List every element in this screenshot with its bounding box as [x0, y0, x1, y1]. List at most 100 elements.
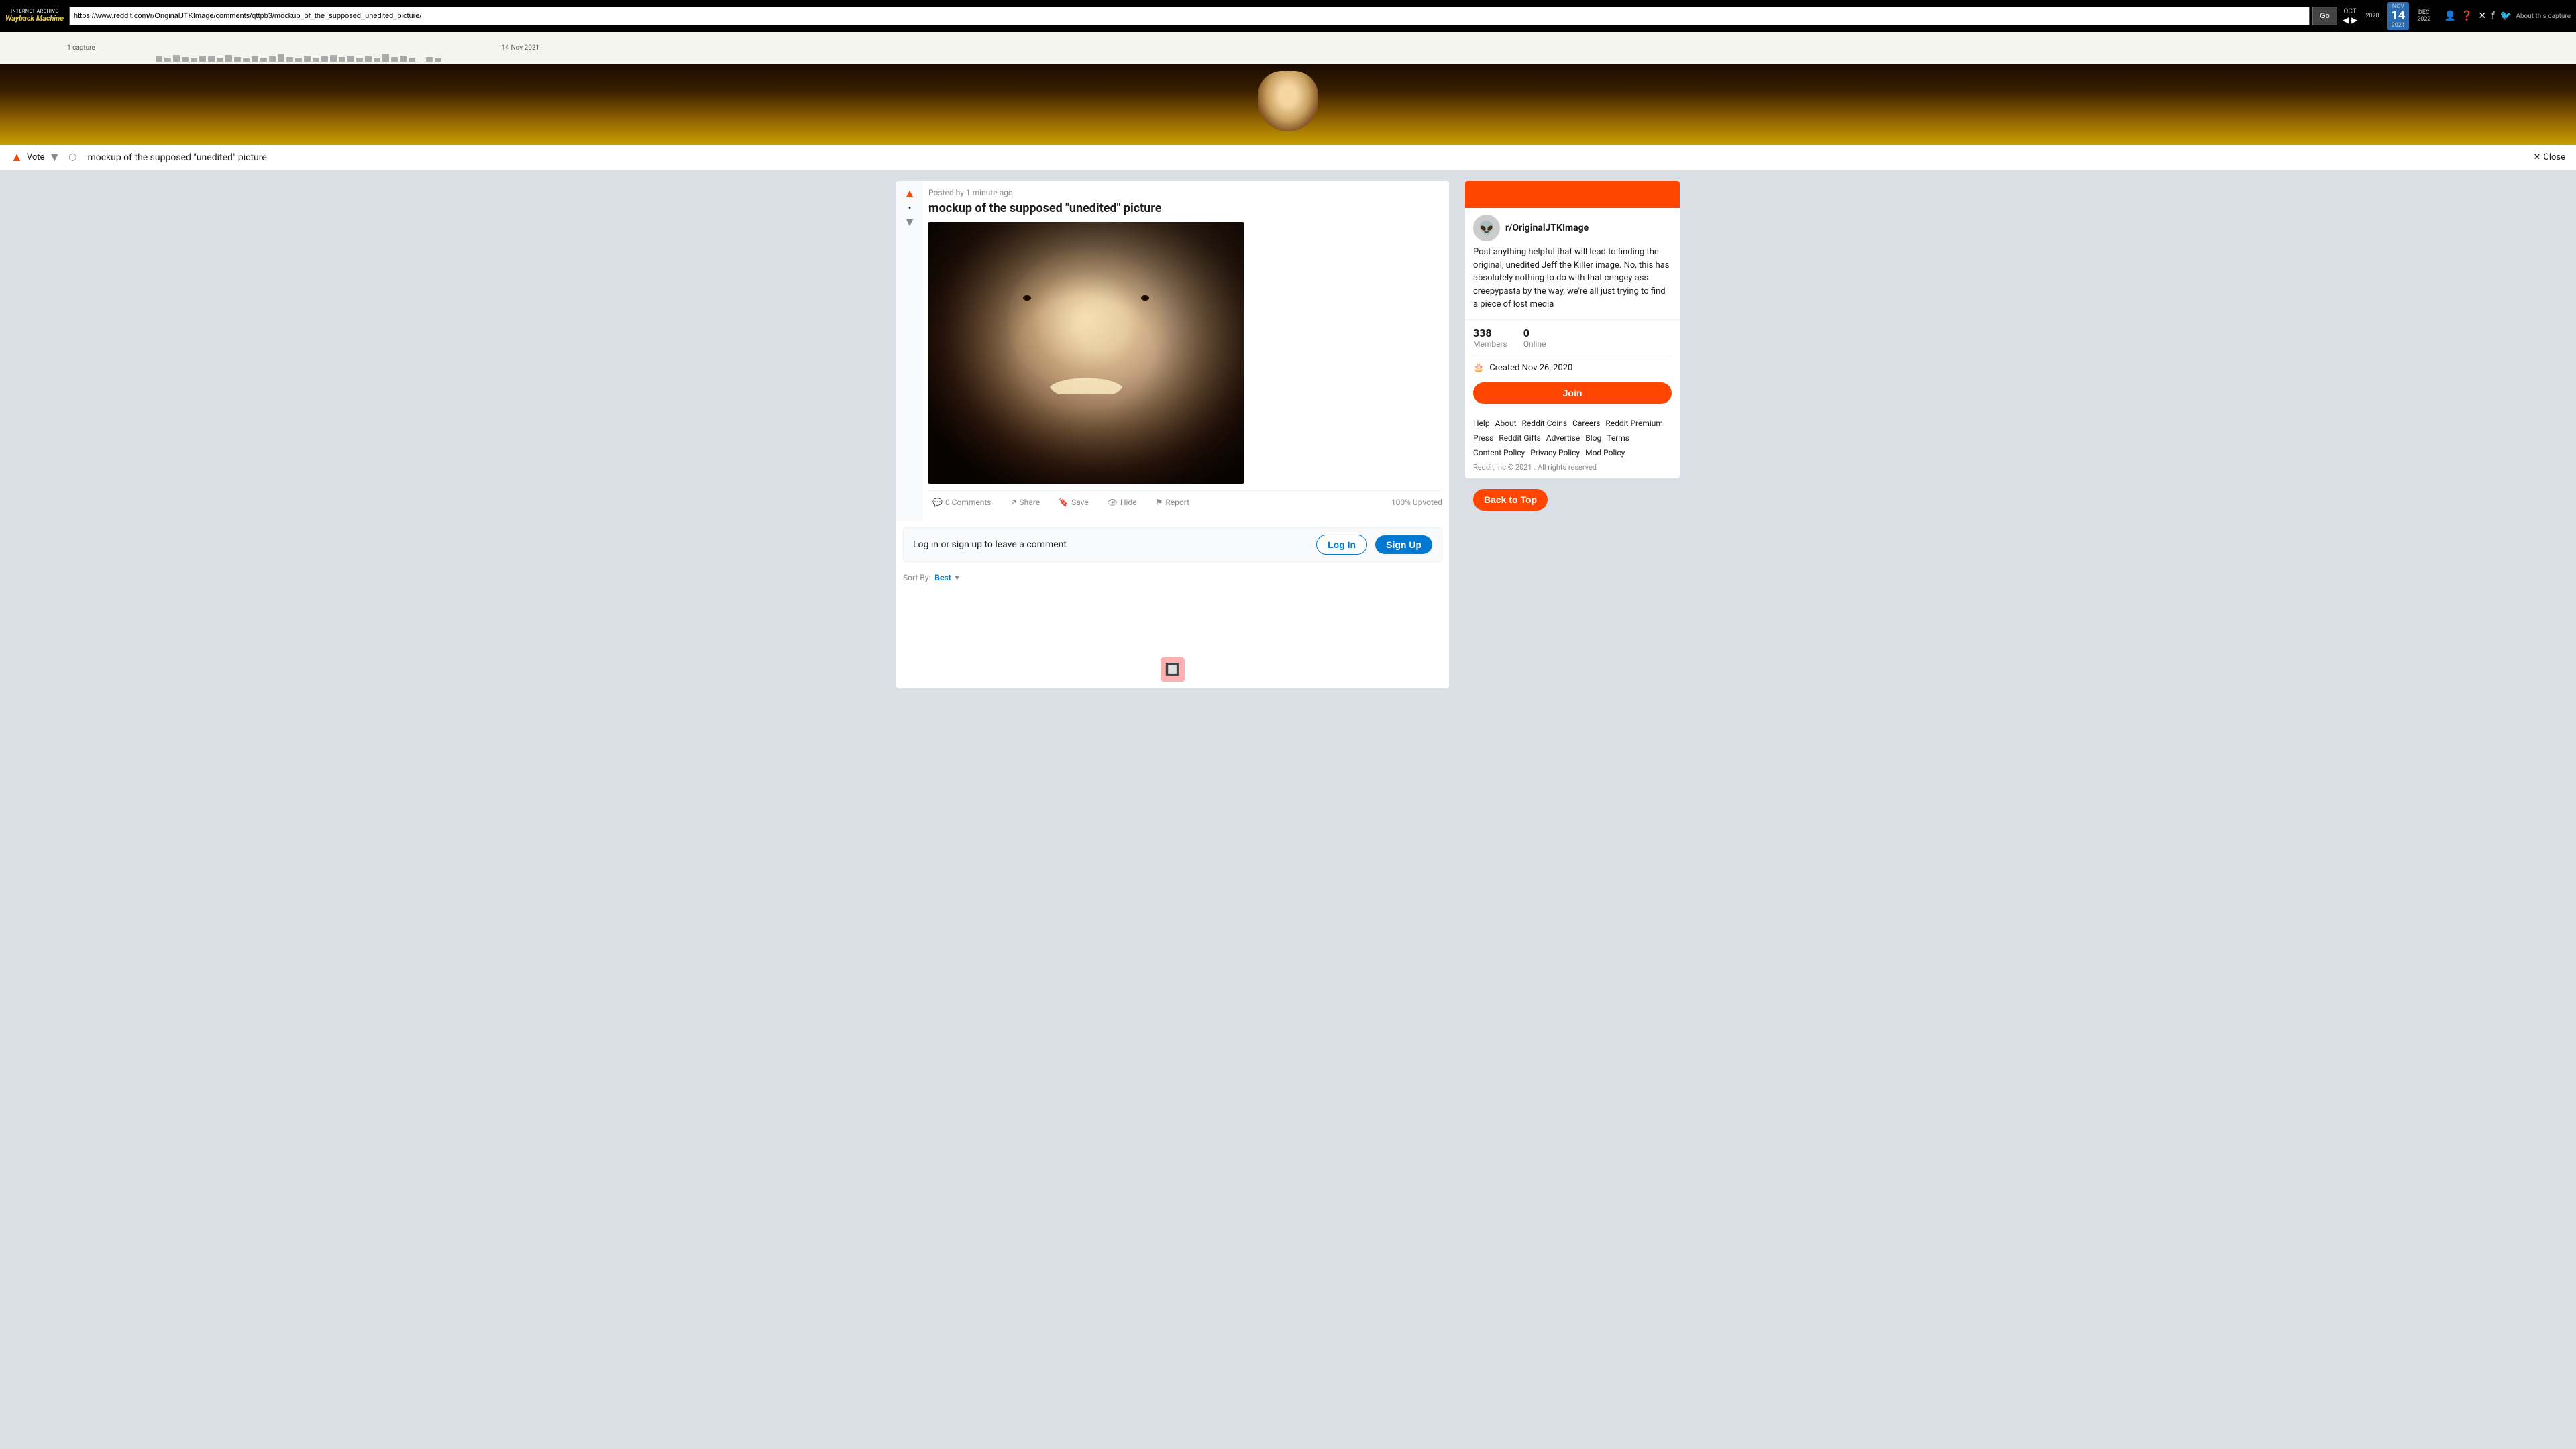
reddit-icon-placeholder: 🔲 [1161, 657, 1185, 682]
cal-current-date-block[interactable]: NOV 14 2021 [2387, 2, 2410, 30]
timeline-tick [156, 56, 162, 62]
facebook-icon[interactable]: f [2491, 11, 2495, 21]
post-image [928, 222, 1244, 484]
banner-area [0, 64, 2576, 145]
comments-button[interactable]: 0 Comments [928, 495, 995, 510]
subreddit-name[interactable]: r/OriginalJTKImage [1505, 223, 1589, 233]
save-label: Save [1071, 498, 1089, 507]
post-image-container[interactable] [928, 222, 1244, 484]
cal-left-arrow[interactable]: ◀ [2343, 15, 2349, 25]
sort-bar: Sort By: Best ▾ [903, 570, 1442, 588]
about-capture-link[interactable]: About this capture [2516, 13, 2571, 20]
downvote-button[interactable]: ▼ [904, 215, 916, 229]
post-heading: mockup of the supposed "unedited" pictur… [928, 201, 1442, 215]
online-count: 0 [1523, 327, 1546, 339]
sidebar-footer: Help About Reddit Coins Careers Reddit P… [1465, 412, 1680, 478]
close-button[interactable]: ✕ Close [2533, 152, 2565, 162]
close-x-icon[interactable]: ✕ [2478, 11, 2486, 21]
footer-link-press[interactable]: Press [1473, 433, 1493, 443]
vote-label-bar: Vote [27, 152, 45, 162]
wayback-logo-main: Wayback Machine [5, 15, 64, 23]
empty-comments-area: 🔲 [896, 594, 1449, 688]
hide-button[interactable]: Hide [1104, 495, 1141, 510]
vote-count: • [908, 203, 911, 213]
footer-link-privacy-policy[interactable]: Privacy Policy [1530, 448, 1580, 458]
save-button[interactable]: Save [1055, 495, 1093, 510]
twitter-icon[interactable]: 🐦 [2500, 11, 2512, 21]
timeline-tick [400, 56, 407, 62]
cal-right-arrow[interactable]: ▶ [2351, 15, 2357, 25]
downvote-button-bar[interactable]: ▼ [48, 150, 60, 164]
cal-next-date-block: DEC 2022 [2413, 8, 2434, 24]
login-prompt: Log in or sign up to leave a comment Log… [903, 527, 1442, 562]
footer-link-reddit-premium[interactable]: Reddit Premium [1605, 419, 1663, 428]
timeline-tick [409, 58, 415, 62]
timeline-tick [173, 55, 180, 62]
sort-best-button[interactable]: Best [934, 573, 951, 582]
members-count: 338 [1473, 327, 1507, 339]
timeline-tick [199, 56, 206, 62]
login-button[interactable]: Log In [1316, 535, 1367, 555]
post-content: Posted by 1 minute ago mockup of the sup… [923, 181, 1449, 521]
timeline-tick [225, 55, 232, 62]
help-icon[interactable]: ❓ [2461, 11, 2473, 21]
footer-link-reddit-coins[interactable]: Reddit Coins [1522, 419, 1568, 428]
wayback-go-button[interactable]: Go [2312, 7, 2337, 25]
footer-copyright: Reddit Inc © 2021 . All rights reserved [1473, 463, 1672, 472]
capture-date: 14 Nov 2021 [502, 44, 539, 52]
timeline-tick [234, 57, 241, 62]
upvote-percentage: 100% Upvoted [1391, 498, 1442, 507]
footer-link-help[interactable]: Help [1473, 419, 1490, 428]
report-icon [1156, 498, 1163, 507]
signup-button[interactable]: Sign Up [1375, 535, 1432, 554]
post-title-bar-text: mockup of the supposed "unedited" pictur… [87, 152, 2525, 163]
sidebar-header: 👽 r/OriginalJTKImage [1465, 208, 1680, 246]
sidebar-stats: 338 Members 0 Online [1465, 319, 1680, 356]
action-bar: 0 Comments Share Save Hide [928, 490, 1442, 514]
upvote-button-bar[interactable]: ▲ [11, 150, 23, 164]
timeline-container[interactable] [102, 35, 495, 62]
eye-right [1141, 295, 1149, 301]
footer-link-careers[interactable]: Careers [1572, 419, 1600, 428]
timeline-tick [182, 57, 189, 62]
back-to-top-button[interactable]: Back to Top [1473, 489, 1548, 511]
share-icon-bar: ⬡ [68, 152, 76, 163]
wayback-icons: 👤 ❓ ✕ f 🐦 [2444, 11, 2512, 21]
report-button[interactable]: Report [1152, 495, 1193, 510]
post-meta: Posted by 1 minute ago [928, 188, 1442, 197]
wayback-logo[interactable]: INTERNET ARCHIVE Wayback Machine [5, 9, 64, 23]
timeline-strip[interactable]: 1 capture 14 Nov 2021 [0, 32, 2576, 64]
sort-dropdown-icon[interactable]: ▾ [955, 573, 959, 582]
created-label: Created Nov 26, 2020 [1489, 363, 1572, 373]
sidebar-created: 🎂 Created Nov 26, 2020 [1465, 356, 1680, 380]
oct-label: OCT [2343, 8, 2356, 15]
timeline-tick [304, 56, 311, 62]
banner-face-image [1258, 71, 1318, 131]
footer-link-about[interactable]: About [1495, 419, 1517, 428]
join-button[interactable]: Join [1473, 382, 1672, 404]
members-stat: 338 Members [1473, 327, 1507, 349]
members-label: Members [1473, 339, 1507, 349]
timeline-tick [217, 58, 223, 62]
footer-link-reddit-gifts[interactable]: Reddit Gifts [1499, 433, 1541, 443]
wayback-url-input[interactable] [69, 7, 2310, 25]
dec-label: DEC [2418, 9, 2430, 16]
share-button[interactable]: Share [1006, 495, 1044, 510]
sidebar-card: 👽 r/OriginalJTKImage Post anything helpf… [1465, 181, 1680, 478]
timeline-tick [426, 57, 433, 62]
timeline-tick [252, 56, 258, 62]
cal-prev-year: 2020 [2365, 13, 2379, 19]
upvote-button[interactable]: ▲ [904, 186, 916, 201]
footer-link-content-policy[interactable]: Content Policy [1473, 448, 1525, 458]
user-icon[interactable]: 👤 [2444, 11, 2455, 21]
footer-link-blog[interactable]: Blog [1585, 433, 1601, 443]
footer-link-terms[interactable]: Terms [1607, 433, 1629, 443]
vote-column: ▲ • ▼ [896, 181, 923, 521]
footer-link-mod-policy[interactable]: Mod Policy [1585, 448, 1625, 458]
report-label: Report [1165, 498, 1189, 507]
timeline-tick [321, 56, 328, 62]
timeline-tick [339, 57, 345, 62]
footer-link-advertise[interactable]: Advertise [1546, 433, 1580, 443]
wayback-calendar: OCT ◀ ▶ 2020 NOV 14 2021 DEC 2022 👤 ❓ ✕ … [2343, 2, 2571, 30]
close-label: Close [2543, 152, 2565, 162]
